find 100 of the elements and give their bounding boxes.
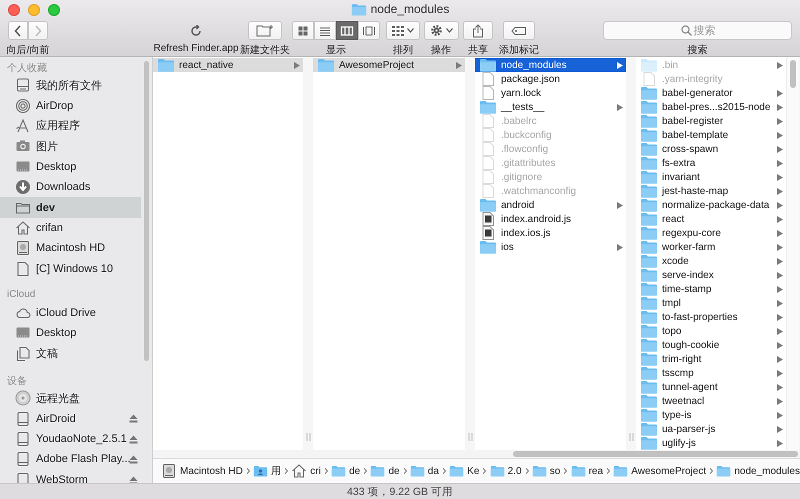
file-row[interactable]: xcode [636, 254, 786, 268]
file-row[interactable]: uglify-js [636, 436, 786, 450]
arrange-button[interactable] [386, 21, 420, 40]
file-row[interactable]: tough-cookie [636, 338, 786, 352]
file-row[interactable]: invariant [636, 170, 786, 184]
file-row[interactable]: tweetnacl [636, 394, 786, 408]
path-item[interactable]: 2.0 [490, 465, 522, 477]
new-folder-button[interactable] [248, 21, 282, 40]
file-row[interactable]: react_native [153, 58, 303, 72]
folder-icon [640, 338, 658, 352]
path-item[interactable]: 用 [253, 464, 282, 478]
sidebar-item[interactable]: AirDrop [0, 95, 141, 116]
file-row[interactable]: time-stamp [636, 282, 786, 296]
back-button[interactable] [8, 21, 28, 40]
scrollbar[interactable] [153, 450, 800, 458]
sidebar-item[interactable]: [C] Windows 10 [0, 258, 141, 279]
tag-icon [511, 26, 527, 36]
chevron-icon [324, 465, 328, 477]
close-button[interactable] [8, 4, 20, 16]
path-item[interactable]: Ke [449, 465, 480, 477]
path-item[interactable]: rea [570, 465, 604, 477]
path-item[interactable]: de [370, 465, 400, 477]
file-row[interactable]: babel-register [636, 114, 786, 128]
file-row[interactable]: ios [475, 240, 626, 254]
sidebar-item[interactable]: AirDroid [0, 408, 141, 429]
path-item[interactable]: Macintosh HD [161, 463, 243, 479]
file-row[interactable]: topo [636, 324, 786, 338]
file-row[interactable]: normalize-package-data [636, 198, 786, 212]
folder-icon [640, 366, 658, 380]
scroll-thumb[interactable] [790, 60, 796, 88]
file-row[interactable]: serve-index [636, 268, 786, 282]
view-mode-button[interactable] [292, 21, 314, 40]
file-row[interactable]: AwesomeProject [313, 58, 465, 72]
sidebar-item[interactable]: Adobe Flash Play... [0, 449, 141, 470]
refresh-icon [190, 24, 202, 36]
file-row[interactable]: jest-haste-map [636, 184, 786, 198]
path-item[interactable]: node_modules [716, 465, 800, 477]
file-row[interactable]: android [475, 198, 626, 212]
view-mode-button[interactable] [358, 21, 380, 40]
sidebar-item[interactable]: Desktop [0, 323, 141, 344]
sidebar-item[interactable]: 应用程序 [0, 116, 141, 136]
toolbar-label: Refresh Finder.app [153, 43, 239, 54]
file-row[interactable]: index.ios.js [475, 226, 626, 240]
path-item[interactable]: cri [291, 463, 321, 479]
file-row[interactable]: babel-pres...s2015-node [636, 100, 786, 114]
file-row[interactable]: package.json [475, 72, 626, 86]
file-row[interactable]: babel-generator [636, 86, 786, 100]
file-row[interactable]: tsscmp [636, 366, 786, 380]
gallery-view-icon [362, 24, 376, 38]
sidebar-item[interactable]: crifan [0, 218, 141, 238]
file-row[interactable]: worker-farm [636, 240, 786, 254]
scrollbar[interactable] [786, 57, 799, 450]
scroll-thumb[interactable] [513, 451, 798, 457]
path-item[interactable]: de [331, 465, 360, 477]
sidebar-item[interactable]: Downloads [0, 176, 141, 198]
file-row[interactable]: cross-spawn [636, 142, 786, 156]
folder-icon [640, 156, 658, 170]
file-row[interactable]: index.android.js [475, 212, 626, 226]
home-icon [291, 463, 308, 479]
folder-icon [317, 58, 335, 72]
path-item[interactable]: da [410, 465, 439, 477]
file-row[interactable]: __tests__ [475, 100, 626, 114]
sidebar-item[interactable]: dev [0, 197, 141, 218]
file-row[interactable]: yarn.lock [475, 86, 626, 100]
file-row[interactable]: regexpu-core [636, 226, 786, 240]
chevron-icon [246, 465, 250, 477]
path-item[interactable]: so [532, 465, 560, 477]
sidebar-item[interactable]: 文稿 [0, 344, 141, 364]
file-row[interactable]: ua-parser-js [636, 422, 786, 436]
folder-icon [449, 465, 464, 477]
folder-icon [640, 114, 658, 128]
share-button[interactable] [463, 21, 493, 40]
file-row[interactable]: react [636, 212, 786, 226]
sidebar-item[interactable]: Macintosh HD [0, 238, 141, 259]
file-row[interactable]: tunnel-agent [636, 380, 786, 394]
drive-icon [15, 451, 31, 468]
file-row[interactable]: tmpl [636, 296, 786, 310]
share-icon [472, 24, 484, 38]
sidebar-item[interactable]: 图片 [0, 136, 141, 157]
drawer-icon [15, 77, 31, 94]
file-row[interactable]: to-fast-properties [636, 310, 786, 324]
sidebar-item[interactable]: 远程光盘 [0, 388, 141, 408]
sidebar-item[interactable]: iCloud Drive [0, 302, 141, 324]
sidebar-item[interactable]: 我的所有文件 [0, 75, 141, 96]
view-mode-button[interactable] [336, 21, 358, 40]
scrollbar[interactable] [144, 61, 149, 361]
action-button[interactable] [424, 21, 458, 40]
file-row[interactable]: babel-template [636, 128, 786, 142]
file-row[interactable]: type-is [636, 408, 786, 422]
folder-icon [350, 2, 367, 16]
path-item[interactable]: AwesomeProject [613, 465, 706, 477]
search-field[interactable]: 搜索 [603, 21, 792, 40]
tag-button[interactable] [503, 21, 535, 40]
file-row[interactable]: fs-extra [636, 156, 786, 170]
folder-icon [490, 465, 505, 477]
sidebar-item[interactable]: YoudaoNote_2.5.1 [0, 428, 141, 450]
file-row[interactable]: node_modules [475, 58, 626, 72]
sidebar-item[interactable]: Desktop [0, 156, 141, 177]
view-mode-button[interactable] [314, 21, 336, 40]
file-row[interactable]: trim-right [636, 352, 786, 366]
